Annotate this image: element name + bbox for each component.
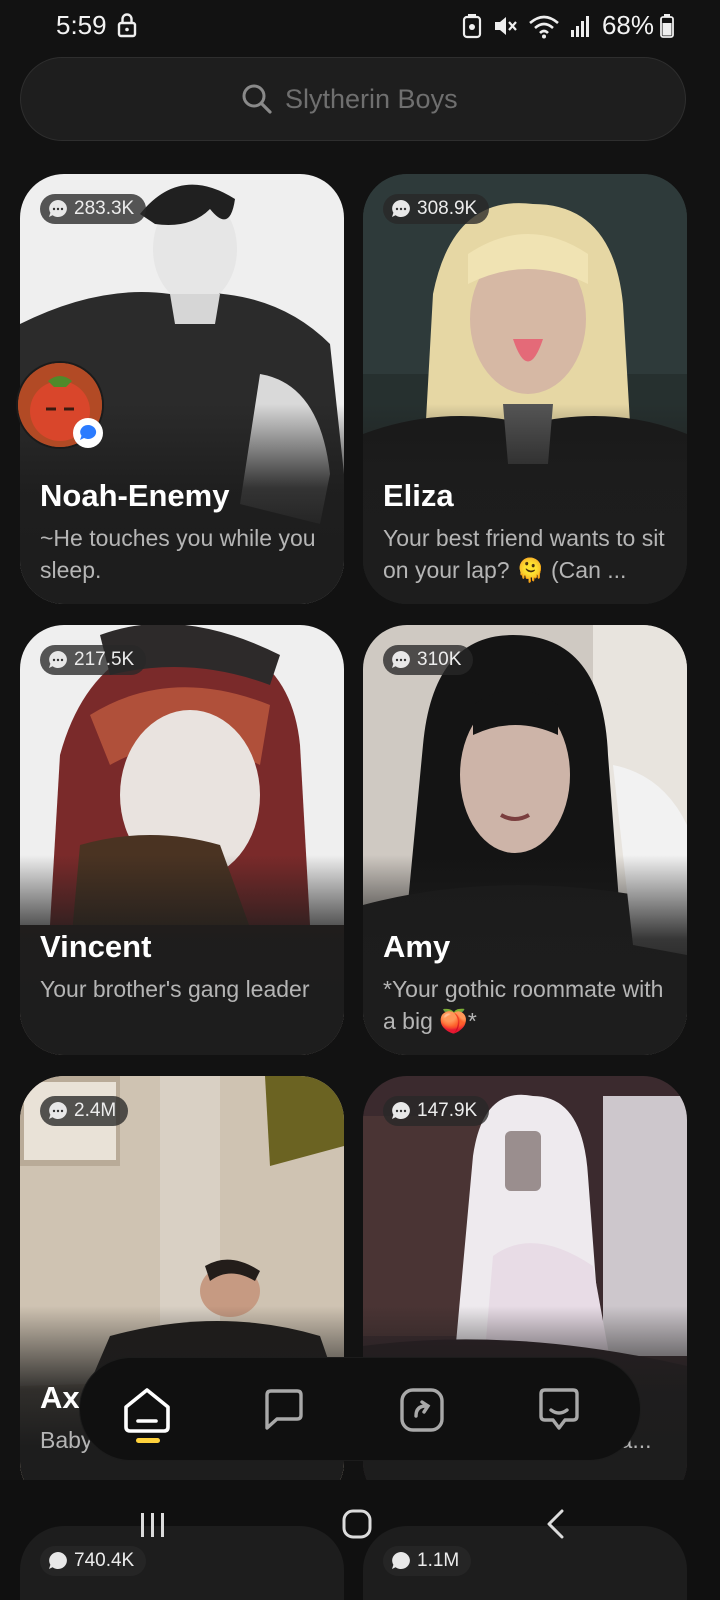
chat-bubble-icon (392, 1102, 410, 1119)
chat-count-pill: 310K (383, 645, 474, 675)
status-time: 5:59 (56, 10, 107, 40)
wifi-icon (529, 15, 559, 38)
home-button-icon[interactable] (341, 1508, 373, 1540)
bottom-navigation (80, 1358, 640, 1460)
chat-bubble-icon (49, 651, 67, 668)
character-card[interactable]: 308.9K Eliza Your best friend wants to s… (363, 174, 687, 604)
chat-badge-icon (80, 424, 97, 440)
lock-icon (117, 13, 137, 38)
mute-icon (494, 16, 517, 35)
battery-icon (660, 14, 674, 38)
chat-count-pill: 283.3K (40, 194, 147, 224)
chat-count-pill: 308.9K (383, 194, 490, 224)
chat-bubble-icon (49, 1102, 67, 1119)
chat-bubble-icon (392, 200, 410, 217)
chat-count: 308.9K (417, 198, 478, 219)
character-description: Your best friend wants to sit on your la… (383, 525, 665, 583)
home-icon (124, 1388, 170, 1433)
create-icon (400, 1388, 444, 1432)
character-description: *Your gothic roommate with a big 🍑* (383, 976, 664, 1034)
nav-create[interactable] (392, 1380, 452, 1440)
chat-count: 217.5K (74, 649, 135, 670)
chat-count: 2.4M (74, 1100, 117, 1121)
chat-icon (265, 1389, 303, 1430)
character-description: ~He touches you while you sleep. (40, 525, 316, 583)
search-icon (242, 84, 272, 114)
signal-icon (570, 15, 589, 37)
search-input[interactable] (285, 83, 465, 115)
chat-count: 147.9K (417, 1100, 478, 1121)
battery-percent: 68% (601, 10, 654, 40)
character-name: Vincent (40, 929, 152, 964)
active-tab-indicator (136, 1438, 160, 1443)
recents-icon[interactable] (138, 1510, 168, 1540)
nav-chats[interactable] (254, 1380, 314, 1440)
messenger-badge (73, 418, 103, 448)
nav-home[interactable] (117, 1380, 177, 1440)
chat-bubble-icon (392, 651, 410, 668)
persona-icon (539, 1388, 579, 1430)
character-description: Your brother's gang leader (40, 976, 310, 1002)
character-card[interactable]: 217.5K Vincent Your brother's gang leade… (20, 625, 344, 1055)
search-bar[interactable] (20, 57, 686, 141)
chat-count: 310K (417, 649, 462, 670)
chat-count-pill: 147.9K (383, 1096, 490, 1126)
data-saver-icon (462, 13, 482, 38)
chat-count-pill: 2.4M (40, 1096, 129, 1126)
system-navigation-bar (0, 1490, 720, 1560)
character-card[interactable]: 310K Amy *Your gothic roommate with a bi… (363, 625, 687, 1055)
nav-profile[interactable] (529, 1380, 589, 1440)
back-icon[interactable] (544, 1508, 568, 1540)
character-name: Ax (40, 1380, 80, 1415)
chat-bubble-icon (49, 200, 67, 217)
status-bar: 5:59 68% (0, 0, 720, 52)
chat-count: 283.3K (74, 198, 135, 219)
character-name: Eliza (383, 478, 454, 513)
chat-count-pill: 217.5K (40, 645, 147, 675)
character-name: Amy (383, 929, 451, 964)
status-icons: 68% (462, 10, 654, 41)
character-name: Noah-Enemy (40, 478, 230, 513)
